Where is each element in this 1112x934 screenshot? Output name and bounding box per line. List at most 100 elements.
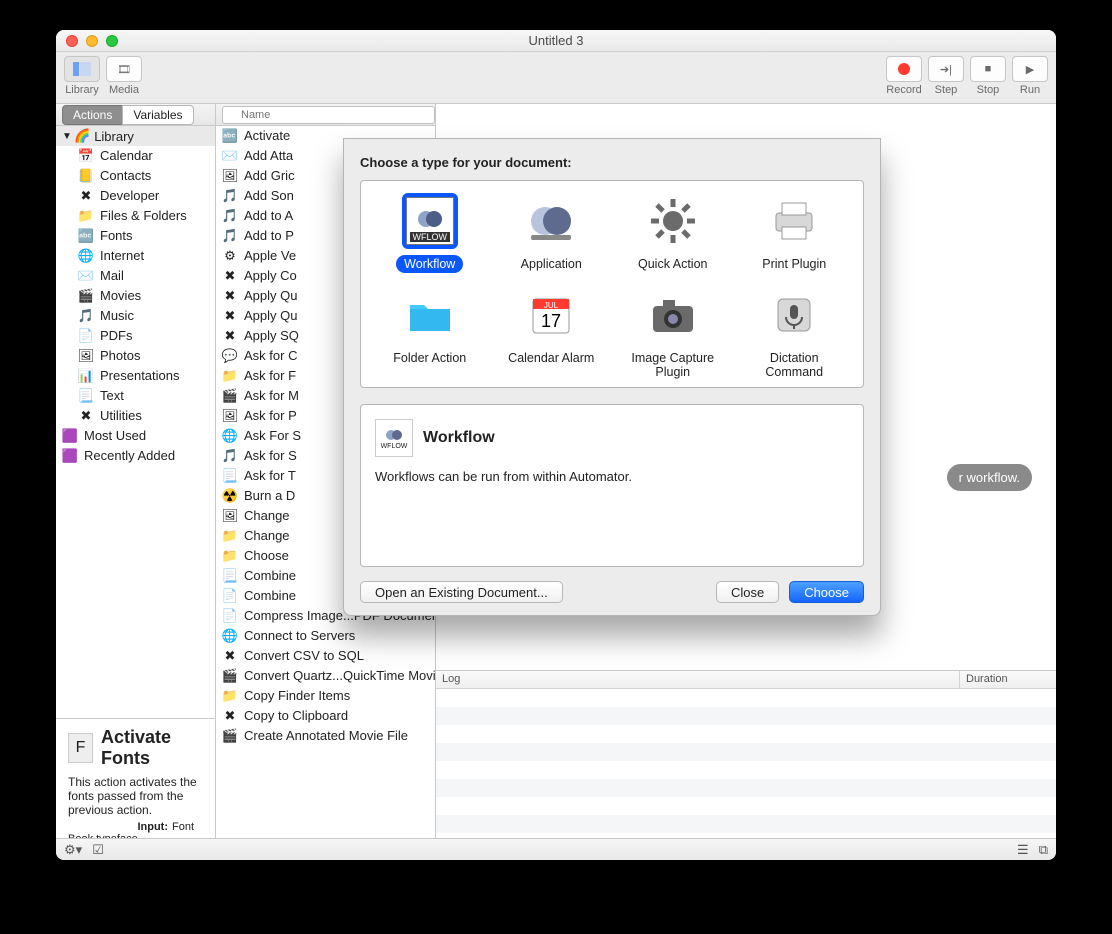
category-icon: 📒	[78, 168, 94, 184]
action-label: Choose	[244, 547, 289, 565]
category-label: Mail	[100, 267, 124, 285]
play-icon: ▶	[1026, 63, 1034, 76]
category-label: Fonts	[100, 227, 133, 245]
library-category-item[interactable]: 📁Files & Folders	[56, 206, 215, 226]
doc-type-application[interactable]: Application	[491, 193, 613, 273]
library-category-item[interactable]: 🎵Music	[56, 306, 215, 326]
tab-actions[interactable]: Actions	[62, 105, 122, 125]
doc-type-quick-action[interactable]: Quick Action	[612, 193, 734, 273]
category-icon: 🎬	[78, 288, 94, 304]
action-label: Apply Co	[244, 267, 297, 285]
view-flow-icon[interactable]: ⧉	[1039, 842, 1048, 858]
action-icon: ✖︎	[222, 708, 238, 724]
library-header[interactable]: ▼ 🌈 Library	[56, 126, 215, 146]
library-smart-item[interactable]: 🟪Most Used	[56, 426, 215, 446]
doc-type-image-capture[interactable]: Image Capture Plugin	[612, 287, 734, 381]
close-button[interactable]: Close	[716, 581, 779, 603]
tab-variables[interactable]: Variables	[122, 105, 193, 125]
print-plugin-icon	[766, 193, 822, 249]
library-category-item[interactable]: 🎬 Movies	[56, 286, 215, 306]
category-icon: ✉️	[78, 268, 94, 284]
action-list-item[interactable]: 📁Copy Finder Items	[216, 686, 435, 706]
library-toggle-button[interactable]: Library	[64, 56, 100, 96]
library-category-item[interactable]: ✖︎Utilities	[56, 406, 215, 426]
toolbar-label: Record	[886, 84, 921, 96]
category-icon: 🌐	[78, 248, 94, 264]
action-label: Ask for P	[244, 407, 297, 425]
open-existing-button[interactable]: Open an Existing Document...	[360, 581, 563, 603]
library-category-item[interactable]: 🌐Internet	[56, 246, 215, 266]
gear-menu-icon[interactable]: ⚙︎▾	[64, 842, 82, 858]
doc-type-folder-action[interactable]: Folder Action	[369, 287, 491, 381]
action-label: Add to A	[244, 207, 293, 225]
library-category-item[interactable]: 📃Text	[56, 386, 215, 406]
action-icon: 🎵	[222, 208, 238, 224]
category-label: PDFs	[100, 327, 133, 345]
action-label: Create Annotated Movie File	[244, 727, 408, 745]
library-header-label: Library	[94, 129, 134, 144]
step-icon: ➔|	[940, 63, 952, 76]
doc-type-workflow[interactable]: WFLOWWorkflow	[369, 193, 491, 273]
log-col-duration[interactable]: Duration	[960, 671, 1056, 688]
action-icon: ✖︎	[222, 328, 238, 344]
action-list-item[interactable]: 🎬Convert Quartz...QuickTime Movies	[216, 666, 435, 686]
log-toggle-icon[interactable]: ☑︎	[92, 842, 104, 858]
sheet-prompt: Choose a type for your document:	[360, 155, 864, 170]
category-icon: ✖︎	[78, 408, 94, 424]
action-label: Add Atta	[244, 147, 293, 165]
titlebar: Untitled 3	[56, 30, 1056, 52]
category-label: Calendar	[100, 147, 153, 165]
action-label: Connect to Servers	[244, 627, 355, 645]
action-icon: ✖︎	[222, 648, 238, 664]
library-category-item[interactable]: 📄PDFs	[56, 326, 215, 346]
library-category-item[interactable]: 📒Contacts	[56, 166, 215, 186]
action-icon: 📃	[222, 568, 238, 584]
quick-action-icon	[645, 193, 701, 249]
category-label: Music	[100, 307, 134, 325]
doc-type-calendar-alarm[interactable]: JUL17Calendar Alarm	[491, 287, 613, 381]
step-button[interactable]: ➔| Step	[928, 56, 964, 96]
category-label: Files & Folders	[100, 207, 187, 225]
doc-type-label: Dictation Command	[734, 349, 856, 381]
choose-button[interactable]: Choose	[789, 581, 864, 603]
library-category-item[interactable]: 📊Presentations	[56, 366, 215, 386]
library-category-item[interactable]: 🔤 Fonts	[56, 226, 215, 246]
search-input[interactable]	[222, 106, 435, 124]
doc-type-label: Application	[513, 255, 590, 273]
log-col-log[interactable]: Log	[436, 671, 960, 688]
media-button[interactable]: 🎞 Media	[106, 56, 142, 96]
media-icon: 🎞	[117, 63, 131, 76]
action-label: Apply Qu	[244, 307, 297, 325]
action-list-item[interactable]: ✖︎Copy to Clipboard	[216, 706, 435, 726]
smart-folder-icon: 🟪	[62, 448, 78, 464]
category-label: Movies	[100, 287, 141, 305]
category-icon: 🔤	[78, 228, 94, 244]
library-category-item[interactable]: ✖︎Developer	[56, 186, 215, 206]
doc-type-print-plugin[interactable]: Print Plugin	[734, 193, 856, 273]
category-icon: ✖︎	[78, 188, 94, 204]
view-list-icon[interactable]: ☰	[1017, 842, 1029, 858]
disclosure-triangle-icon[interactable]: ▼	[62, 131, 72, 142]
sidebar-icon	[73, 62, 91, 76]
workflow-icon: WFLOW	[402, 193, 458, 249]
stop-button[interactable]: ■ Stop	[970, 56, 1006, 96]
action-label: Apple Ve	[244, 247, 296, 265]
action-list-item[interactable]: 🎬Create Annotated Movie File	[216, 726, 435, 746]
library-category-item[interactable]: 🖼Photos	[56, 346, 215, 366]
doc-type-dictation[interactable]: Dictation Command	[734, 287, 856, 381]
record-icon	[898, 63, 910, 75]
record-button[interactable]: Record	[886, 56, 922, 96]
action-label: Ask for S	[244, 447, 297, 465]
action-label: Ask For S	[244, 427, 301, 445]
library-category-item[interactable]: ✉️ Mail	[56, 266, 215, 286]
dictation-icon	[766, 287, 822, 343]
library-smart-item[interactable]: 🟪 Recently Added	[56, 446, 215, 466]
action-list-item[interactable]: 🌐Connect to Servers	[216, 626, 435, 646]
smart-label: Recently Added	[84, 447, 175, 465]
automator-window: Untitled 3 Library 🎞 Media Record ➔| Ste…	[56, 30, 1056, 860]
doc-type-label: Print Plugin	[754, 255, 834, 273]
library-category-item[interactable]: 📅Calendar	[56, 146, 215, 166]
action-list-item[interactable]: ✖︎Convert CSV to SQL	[216, 646, 435, 666]
action-label: Apply Qu	[244, 287, 297, 305]
run-button[interactable]: ▶ Run	[1012, 56, 1048, 96]
